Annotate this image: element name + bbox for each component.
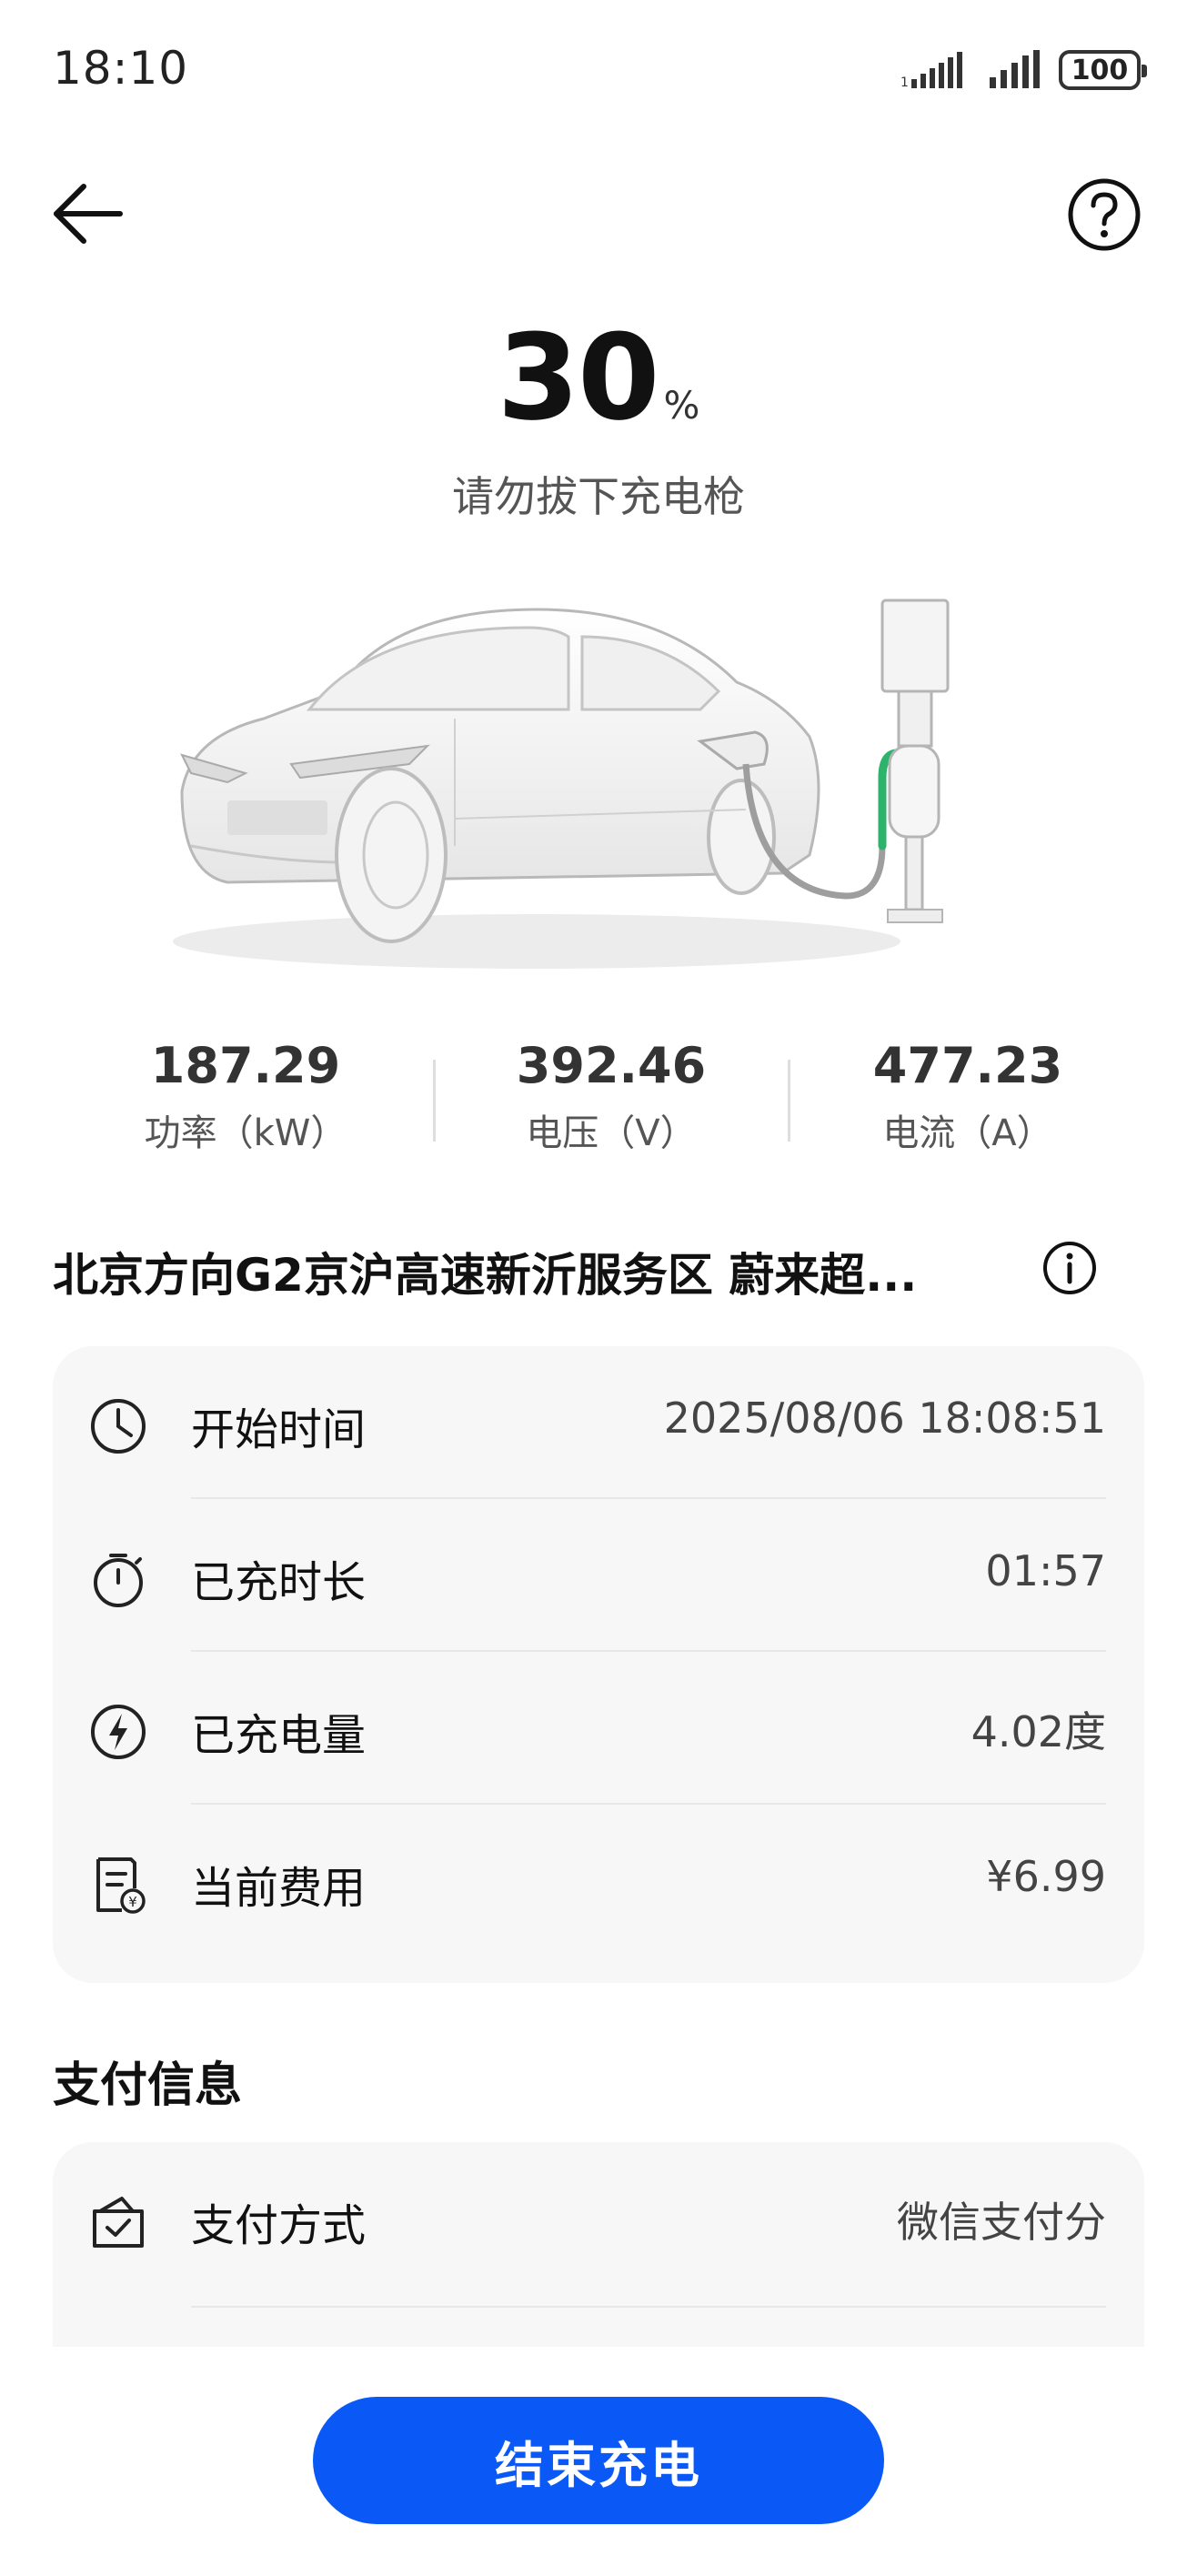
row-cost: ¥ 当前费用 ¥6.99 bbox=[53, 1805, 1144, 1957]
car-charging-illustration bbox=[173, 599, 950, 969]
svg-text:¥: ¥ bbox=[128, 1894, 137, 1910]
payment-section-title: 支付信息 bbox=[53, 2058, 243, 2113]
row-label: 支付方式 bbox=[191, 2200, 367, 2251]
row-payment-method[interactable]: 支付方式 微信支付分 bbox=[53, 2142, 1144, 2308]
help-button[interactable] bbox=[1066, 176, 1142, 253]
stat-current: 477.23 电流（A） bbox=[768, 1037, 1168, 1156]
row-label: 已充时长 bbox=[191, 1557, 367, 1608]
question-circle-icon bbox=[1068, 178, 1141, 251]
charge-percent-value: 30 bbox=[497, 308, 660, 447]
row-value: 4.02度 bbox=[971, 1707, 1106, 1756]
row-duration: 已充时长 01:57 bbox=[53, 1499, 1144, 1652]
battery-icon: 100 bbox=[1059, 50, 1147, 90]
status-time: 18:10 bbox=[53, 42, 189, 95]
row-divider bbox=[191, 2306, 1106, 2308]
stat-voltage: 392.46 电压（V） bbox=[411, 1037, 811, 1156]
charge-percentage: 30 % bbox=[498, 318, 700, 437]
row-value: 微信支付分 bbox=[897, 2198, 1106, 2247]
stat-label: 电流（A） bbox=[882, 1112, 1053, 1154]
bill-icon: ¥ bbox=[96, 1857, 146, 1914]
station-row[interactable]: 北京方向G2京沪高速新沂服务区 蔚来超... bbox=[53, 1228, 1144, 1310]
charge-percent-unit: % bbox=[663, 383, 700, 428]
stat-value: 392.46 bbox=[516, 1037, 707, 1094]
cellular-signal-icon: 1 bbox=[900, 52, 962, 90]
stat-label: 电压（V） bbox=[526, 1112, 697, 1154]
row-energy: 已充电量 4.02度 bbox=[53, 1652, 1144, 1805]
lightning-icon bbox=[91, 1705, 146, 1759]
stat-value: 187.29 bbox=[150, 1037, 341, 1094]
row-value: 01:57 bbox=[985, 1546, 1106, 1595]
row-label: 开始时间 bbox=[191, 1404, 367, 1455]
cellular-signal-2-icon bbox=[990, 50, 1040, 88]
charging-hint: 请勿拔下充电枪 bbox=[452, 472, 745, 521]
clock-icon bbox=[91, 1399, 146, 1454]
row-label: 当前费用 bbox=[191, 1863, 367, 1914]
back-button[interactable] bbox=[47, 173, 129, 255]
payment-card: 支付方式 微信支付分 bbox=[53, 2142, 1144, 2351]
nav-bar bbox=[0, 164, 1197, 264]
row-value: ¥6.99 bbox=[986, 1852, 1106, 1901]
end-charging-button[interactable]: 结束充电 bbox=[313, 2397, 884, 2524]
stat-power: 187.29 功率（kW） bbox=[45, 1037, 446, 1156]
station-name: 北京方向G2京沪高速新沂服务区 蔚来超... bbox=[53, 1249, 918, 1302]
battery-level: 100 bbox=[1071, 54, 1129, 86]
info-circle-icon[interactable] bbox=[1041, 1239, 1099, 1297]
svg-text:1: 1 bbox=[900, 75, 909, 90]
status-indicators: 1 100 bbox=[900, 47, 1147, 93]
charging-stats: 187.29 功率（kW） 392.46 电压（V） 477.23 电流（A） bbox=[0, 1037, 1197, 1164]
status-bar: 18:10 1 100 bbox=[0, 0, 1197, 136]
row-label: 已充电量 bbox=[191, 1710, 367, 1761]
row-value: 2025/08/06 18:08:51 bbox=[663, 1394, 1106, 1443]
back-arrow-icon bbox=[54, 184, 123, 244]
charging-session-card: 开始时间 2025/08/06 18:08:51 已充时长 01:57 已充电量… bbox=[53, 1346, 1144, 1983]
charging-status: 30 % 请勿拔下充电枪 bbox=[0, 318, 1197, 524]
stat-label: 功率（kW） bbox=[144, 1112, 347, 1154]
row-start-time: 开始时间 2025/08/06 18:08:51 bbox=[53, 1346, 1144, 1499]
stat-value: 477.23 bbox=[872, 1037, 1063, 1094]
stopwatch-icon bbox=[94, 1554, 143, 1607]
wallet-check-icon bbox=[93, 2197, 144, 2248]
